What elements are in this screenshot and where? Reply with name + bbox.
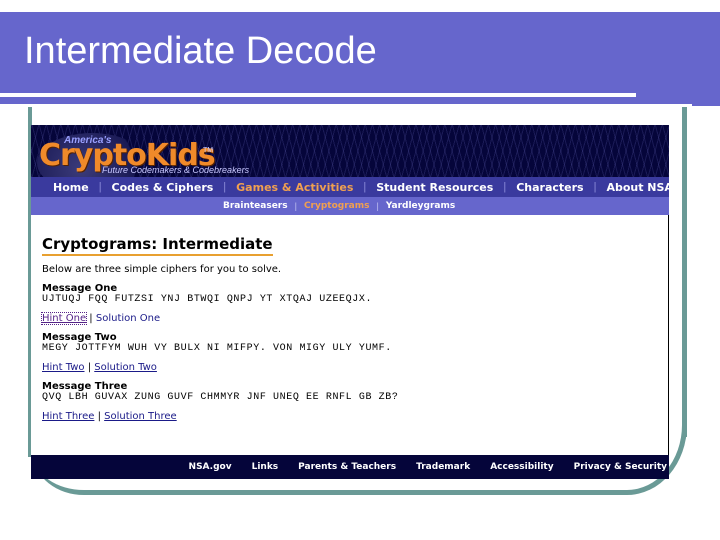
sub-nav: Brainteasers | Cryptograms | Yardleygram… xyxy=(31,197,669,215)
intro-text: Below are three simple ciphers for you t… xyxy=(42,264,282,275)
main-nav: Home | Codes & Ciphers | Games & Activit… xyxy=(31,177,673,197)
hint-one-link[interactable]: Hint One xyxy=(40,312,88,325)
message-cipher: UJTUQJ FQQ FUTZSI YNJ BTWQI QNPJ YT XTQA… xyxy=(42,294,373,305)
nav-student-resources[interactable]: Student Resources xyxy=(376,181,493,194)
slide-title-band-extension xyxy=(692,12,720,106)
logo-tagline: Future Codemakers & Codebreakers xyxy=(102,165,250,175)
hint-two-link[interactable]: Hint Two xyxy=(42,362,85,373)
message-title: Message Two xyxy=(42,332,117,343)
solution-three-link[interactable]: Solution Three xyxy=(104,411,177,422)
message-title: Message Three xyxy=(42,381,128,392)
message-two: Message Two MEGY JOTTFYM WUH VY BULX NI … xyxy=(42,332,642,373)
site-footer: NSA.gov Links Parents & Teachers Tradema… xyxy=(31,455,669,479)
footer-links[interactable]: Links xyxy=(252,462,279,472)
nav-codes-ciphers[interactable]: Codes & Ciphers xyxy=(112,181,214,194)
slide-title: Intermediate Decode xyxy=(24,30,377,72)
solution-two-link[interactable]: Solution Two xyxy=(94,362,157,373)
nav-separator: | xyxy=(363,181,367,193)
link-separator: | xyxy=(97,411,101,422)
subnav-separator: | xyxy=(294,201,297,211)
message-three: Message Three QVQ LBH GUVAX ZUNG GUVF CH… xyxy=(42,381,642,422)
nav-separator: | xyxy=(98,181,102,193)
nav-games-activities[interactable]: Games & Activities xyxy=(236,181,353,194)
subnav-separator: | xyxy=(376,201,379,211)
subnav-brainteasers[interactable]: Brainteasers xyxy=(223,201,288,211)
nav-separator: | xyxy=(223,181,227,193)
nav-characters[interactable]: Characters xyxy=(516,181,583,194)
message-title: Message One xyxy=(42,283,118,294)
nav-about-nsa[interactable]: About NSA xyxy=(606,181,673,194)
logo-trademark: TM xyxy=(203,147,214,154)
footer-accessibility[interactable]: Accessibility xyxy=(490,462,553,472)
title-underline-rule xyxy=(0,93,636,97)
message-cipher: MEGY JOTTFYM WUH VY BULX NI MIFPY. VON M… xyxy=(42,343,392,354)
message-links: Hint Three | Solution Three xyxy=(42,411,642,422)
solution-one-link[interactable]: Solution One xyxy=(96,313,160,324)
message-one: Message One UJTUQJ FQQ FUTZSI YNJ BTWQI … xyxy=(40,283,642,325)
nav-home[interactable]: Home xyxy=(53,181,89,194)
link-separator: | xyxy=(87,362,92,373)
hint-three-link[interactable]: Hint Three xyxy=(42,411,94,422)
nav-separator: | xyxy=(593,181,597,193)
footer-parents-teachers[interactable]: Parents & Teachers xyxy=(298,462,396,472)
page-content: Cryptograms: Intermediate Below are thre… xyxy=(40,235,642,422)
page-heading: Cryptograms: Intermediate xyxy=(42,235,273,256)
link-separator: | xyxy=(89,313,93,324)
footer-nsa-gov[interactable]: NSA.gov xyxy=(189,462,232,472)
cryptokids-webpage: America's CryptoKids TM Future Codemaker… xyxy=(31,125,673,479)
site-banner: America's CryptoKids TM Future Codemaker… xyxy=(31,125,669,193)
message-links: Hint Two | Solution Two xyxy=(42,362,642,373)
footer-privacy-security[interactable]: Privacy & Security xyxy=(574,462,667,472)
footer-trademark[interactable]: Trademark xyxy=(416,462,470,472)
message-links: Hint One | Solution One xyxy=(40,312,642,325)
message-cipher: QVQ LBH GUVAX ZUNG GUVF CHMMYR JNF UNEQ … xyxy=(42,392,399,403)
subnav-yardleygrams[interactable]: Yardleygrams xyxy=(386,201,455,211)
nav-separator: | xyxy=(503,181,507,193)
subnav-cryptograms[interactable]: Cryptograms xyxy=(304,201,370,211)
